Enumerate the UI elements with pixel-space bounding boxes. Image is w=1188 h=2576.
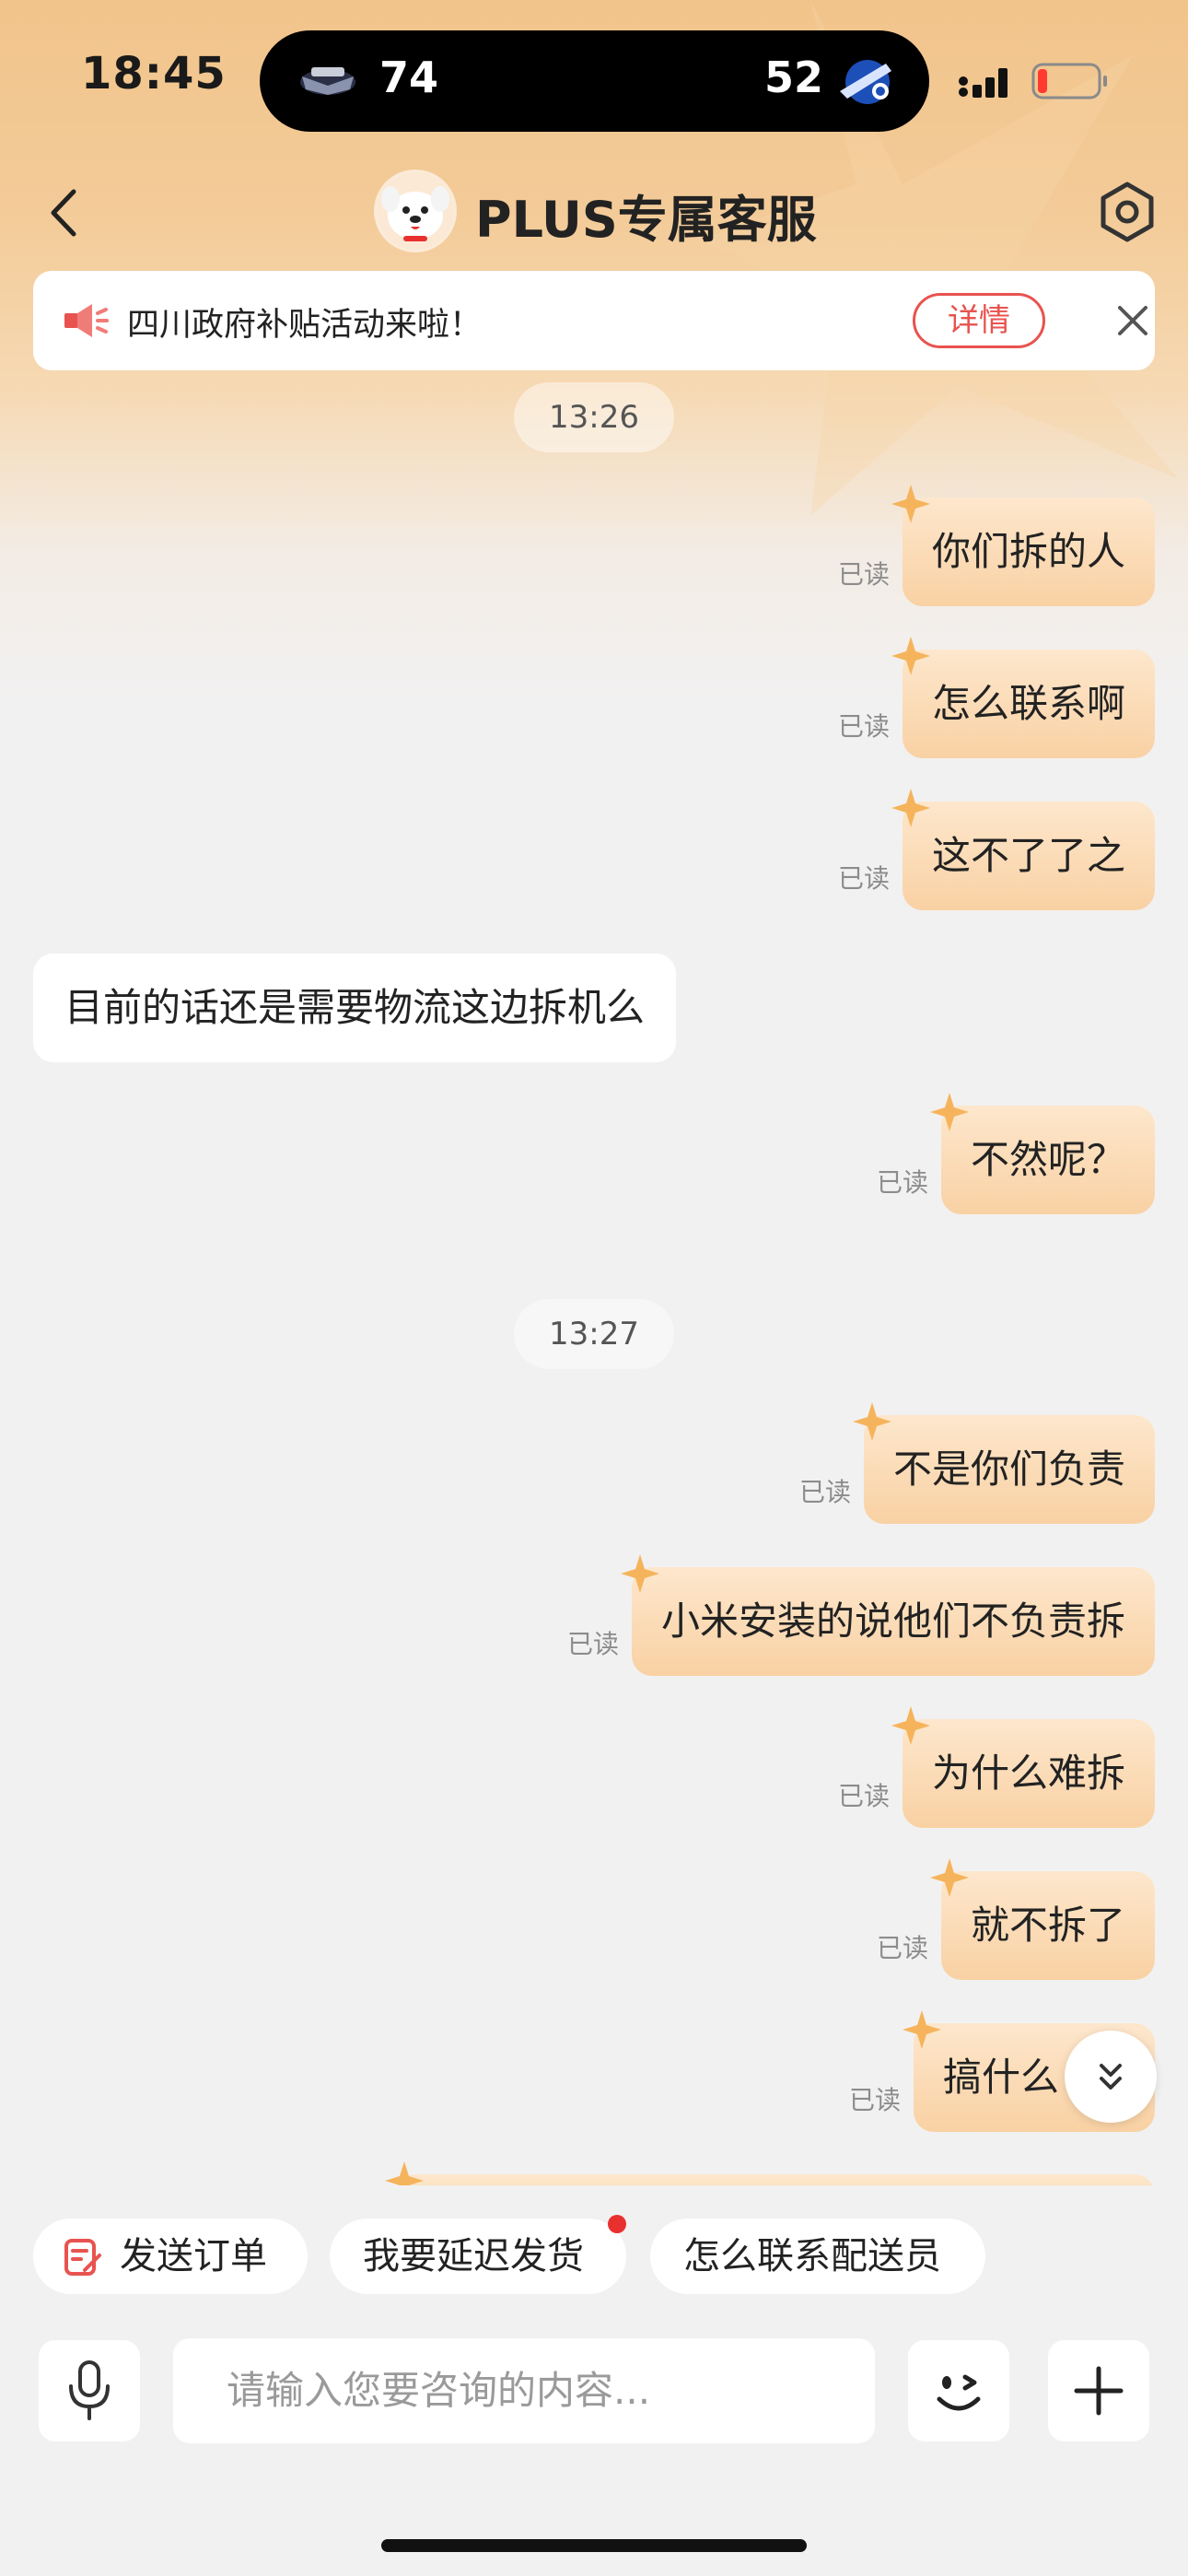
sparkle-icon (620, 1554, 659, 1593)
outgoing-message-bubble[interactable]: 为什么难拆 (891, 1706, 1155, 1828)
message-text: 目前的话还是需要物流这边拆机么 (64, 985, 646, 1030)
joy-dog-mascot-icon (376, 171, 455, 251)
message-row-outgoing: 已读 为什么难拆 (837, 1706, 1155, 1828)
page-title: PLUS专属客服 (475, 191, 817, 249)
chip-label: 怎么联系配送员 (683, 2235, 941, 2277)
quick-reply-bar: 发送订单 我要延迟发货 怎么联系配送员 (0, 2215, 1188, 2296)
message-text: 你们拆的人 (931, 529, 1125, 574)
message-row-outgoing: 已读 你们拆的人 (837, 485, 1155, 606)
cellular-signal-icon (959, 68, 1007, 98)
message-input-bar: 请输入您要咨询的内容... (0, 2331, 1188, 2451)
live-activity-island[interactable]: 74 52 (260, 30, 929, 132)
message-row-outgoing: 已读 怎么联系啊 (837, 637, 1155, 758)
read-receipt: 已读 (566, 1629, 619, 1659)
sparkle-icon (891, 789, 930, 827)
notification-dot (608, 2215, 626, 2233)
sparkle-icon (385, 2161, 424, 2185)
read-receipt: 已读 (876, 1933, 928, 1963)
message-row-outgoing: 已读 小米安装的说他们不负责拆 (566, 1554, 1155, 1676)
message-text: 就不拆了 (970, 1903, 1125, 1948)
more-options-button[interactable] (1048, 2340, 1149, 2441)
home-team-logo-icon (300, 67, 355, 95)
plus-icon (1074, 2366, 1124, 2416)
order-icon (64, 2239, 101, 2276)
service-avatar[interactable] (376, 171, 455, 251)
sparkle-icon (929, 1858, 969, 1897)
message-text: 不是你们负责 (892, 1446, 1125, 1492)
wink-emoji-icon (937, 2374, 981, 2411)
close-icon[interactable] (1114, 302, 1151, 339)
message-row-outgoing: 已读 不然呢？ (876, 1093, 1155, 1214)
message-text: 怎么联系啊 (931, 681, 1125, 726)
read-receipt: 已读 (876, 1167, 928, 1198)
message-text: 搞什么 (942, 2055, 1059, 2100)
read-receipt: 已读 (837, 1781, 890, 1811)
outgoing-message-bubble-partial (385, 2161, 1155, 2185)
home-score: 74 (379, 53, 439, 102)
microphone-icon (69, 2360, 110, 2420)
megaphone-icon (64, 304, 109, 337)
away-score: 52 (764, 53, 824, 102)
double-chevron-down-icon (1100, 2064, 1122, 2090)
quick-reply-delay-shipping[interactable]: 我要延迟发货 (330, 2215, 626, 2294)
outgoing-message-bubble[interactable]: 小米安装的说他们不负责拆 (620, 1554, 1155, 1676)
message-row-outgoing: 已读 这不了了之 (837, 789, 1155, 910)
settings-icon[interactable] (1096, 181, 1159, 243)
chat-header: PLUS专属客服 (0, 162, 1188, 263)
read-receipt: 已读 (848, 2085, 901, 2115)
away-team-logo-icon (840, 60, 891, 104)
sparkle-icon (902, 2010, 941, 2049)
timestamp: 13:26 (514, 382, 674, 452)
back-chevron-icon[interactable] (37, 181, 92, 245)
read-receipt: 已读 (837, 711, 890, 742)
sparkle-icon (891, 637, 930, 675)
message-text: 不然呢？ (970, 1137, 1125, 1182)
message-row-outgoing: 已读 就不拆了 (876, 1858, 1155, 1980)
voice-input-button[interactable] (39, 2340, 140, 2441)
quick-reply-contact-courier[interactable]: 怎么联系配送员 (650, 2219, 985, 2294)
message-text: 为什么难拆 (931, 1751, 1125, 1796)
notice-text: 四川政府补贴活动来啦！ (127, 307, 483, 344)
outgoing-message-bubble[interactable]: 你们拆的人 (891, 485, 1155, 606)
incoming-message-bubble[interactable]: 目前的话还是需要物流这边拆机么 (33, 954, 677, 1062)
battery-low-icon (1031, 63, 1107, 100)
home-indicator[interactable] (381, 2539, 807, 2552)
sparkle-icon (891, 485, 930, 523)
sparkle-icon (891, 1706, 930, 1745)
scroll-to-bottom-button[interactable] (1065, 2031, 1157, 2123)
outgoing-message-bubble[interactable]: 怎么联系啊 (891, 637, 1155, 758)
chip-label: 发送订单 (120, 2235, 267, 2277)
outgoing-message-bubble[interactable]: 不然呢？ (929, 1093, 1155, 1214)
message-text: 小米安装的说他们不负责拆 (660, 1598, 1125, 1644)
outgoing-message-bubble[interactable]: 就不拆了 (929, 1858, 1155, 1980)
message-text: 这不了了之 (931, 833, 1125, 878)
notice-detail-button[interactable]: 详情 (913, 293, 1045, 348)
sparkle-icon (929, 1093, 969, 1131)
quick-reply-send-order[interactable]: 发送订单 (33, 2219, 308, 2294)
sparkle-icon (852, 1402, 891, 1441)
outgoing-message-bubble[interactable]: 不是你们负责 (852, 1402, 1155, 1524)
message-row-outgoing: 已读 不是你们负责 (798, 1402, 1155, 1524)
timestamp: 13:27 (514, 1299, 674, 1369)
outgoing-message-bubble[interactable]: 这不了了之 (891, 789, 1155, 910)
status-time: 18:45 (81, 48, 227, 100)
chip-label: 我要延迟发货 (363, 2235, 584, 2277)
read-receipt: 已读 (798, 1477, 851, 1507)
read-receipt: 已读 (837, 863, 890, 894)
emoji-button[interactable] (908, 2340, 1009, 2441)
status-bar: 18:45 74 52 (0, 0, 1188, 162)
message-input[interactable]: 请输入您要咨询的内容... (173, 2338, 875, 2443)
read-receipt: 已读 (837, 559, 890, 590)
notice-banner[interactable]: 四川政府补贴活动来啦！ 详情 (33, 271, 1155, 370)
